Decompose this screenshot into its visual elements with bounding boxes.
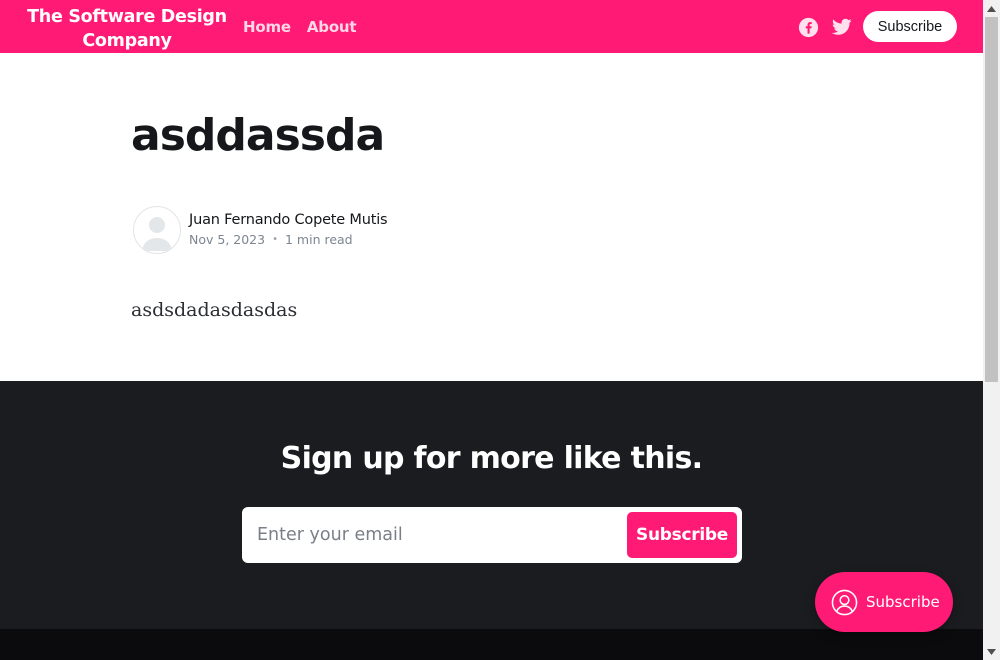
twitter-icon[interactable]: [831, 16, 853, 38]
signup-title: Sign up for more like this.: [280, 441, 703, 476]
author-name[interactable]: Juan Fernando Copete Mutis: [189, 212, 388, 228]
page: The Software Design Company Home About S…: [0, 0, 983, 660]
email-input[interactable]: [242, 507, 622, 563]
scrollbar-thumb[interactable]: [985, 17, 998, 382]
article-body: asdsdadasdasdas: [131, 299, 298, 321]
scroll-up-arrow-icon[interactable]: [983, 0, 1000, 17]
publish-date: Nov 5, 2023: [189, 232, 266, 247]
site-header: The Software Design Company Home About S…: [0, 0, 983, 53]
portal-subscribe-button[interactable]: Subscribe: [815, 572, 953, 632]
nav-home-link[interactable]: Home: [243, 18, 291, 36]
article-title: asddassda: [131, 110, 385, 161]
vertical-scrollbar[interactable]: [983, 0, 1000, 660]
avatar-placeholder-icon: [142, 217, 172, 251]
header-subscribe-button[interactable]: Subscribe: [863, 11, 957, 42]
read-time: 1 min read: [285, 232, 353, 247]
main-nav: Home About: [243, 18, 357, 36]
nav-about-link[interactable]: About: [307, 18, 357, 36]
facebook-icon[interactable]: [797, 16, 819, 38]
portal-label: Subscribe: [866, 593, 940, 611]
footer: [0, 629, 983, 660]
user-circle-icon: [831, 589, 858, 615]
signup-form: Subscribe: [242, 507, 742, 563]
scroll-down-arrow-icon[interactable]: [983, 643, 1000, 660]
author-avatar[interactable]: [133, 206, 181, 254]
article-meta: Nov 5, 2023 • 1 min read: [189, 232, 353, 247]
meta-separator: •: [272, 234, 278, 245]
signup-subscribe-button[interactable]: Subscribe: [627, 512, 737, 558]
site-logo[interactable]: The Software Design Company: [22, 5, 232, 53]
